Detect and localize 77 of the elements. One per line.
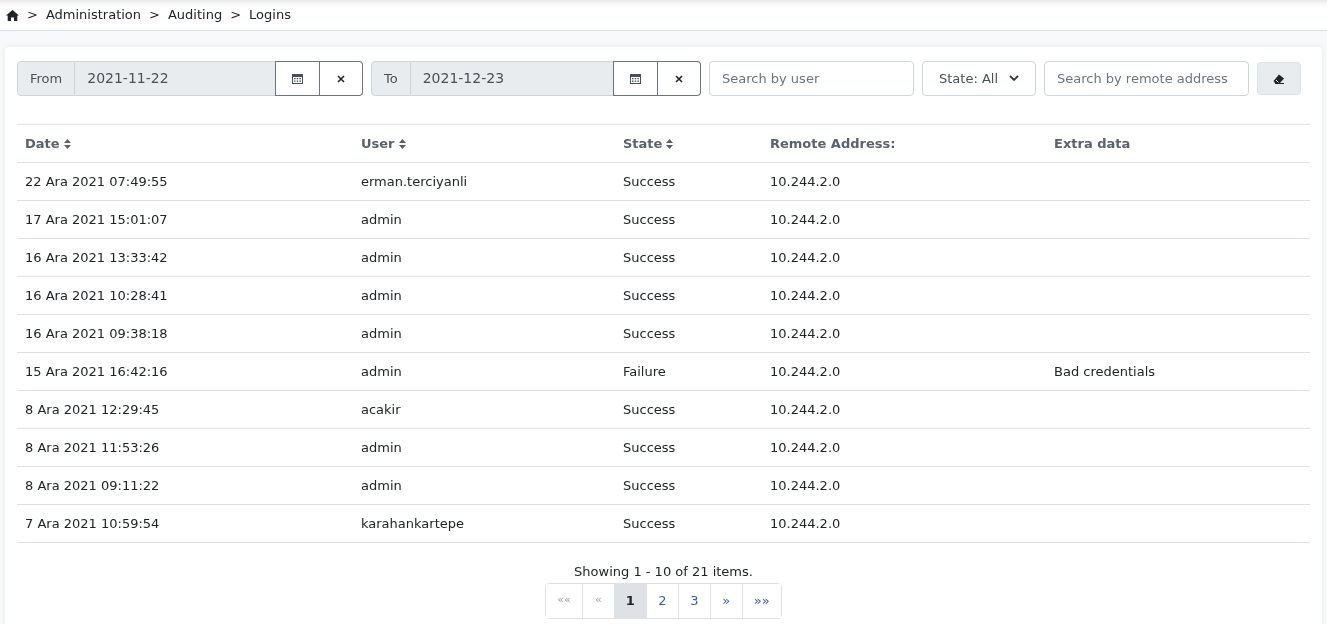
table-cell: 10.244.2.0	[770, 401, 841, 417]
calendar-icon	[630, 73, 641, 84]
table-cell: erman.terciyanli	[361, 173, 468, 189]
sort-icon	[666, 138, 674, 149]
table-cell: 10.244.2.0	[770, 363, 841, 379]
date-label: From	[17, 61, 76, 96]
table-cell: 16 Ara 2021 13:33:42	[25, 249, 168, 265]
table-cell: 17 Ara 2021 15:01:07	[25, 211, 168, 227]
table-cell: admin	[361, 287, 402, 303]
breadcrumb-link[interactable]: Administration	[45, 5, 142, 25]
table-cell: 10.244.2.0	[770, 249, 841, 265]
breadcrumb-separator: >	[27, 6, 38, 25]
table-cell: Bad credentials	[1054, 363, 1156, 379]
table-cell: 10.244.2.0	[770, 439, 841, 455]
table-cell: 7 Ara 2021 10:59:54	[25, 515, 160, 531]
calendar-button[interactable]	[275, 61, 320, 96]
table-cell: 10.244.2.0	[770, 173, 841, 189]
eraser-icon	[1273, 73, 1285, 84]
table-cell: Success	[623, 249, 676, 265]
search-field[interactable]: Search by user	[709, 61, 914, 96]
date-field[interactable]: 2021-12-23	[410, 61, 613, 96]
table-cell: 16 Ara 2021 09:38:18	[25, 325, 168, 341]
pagination-summary: Showing 1 - 10 of 21 items.	[574, 563, 753, 581]
table-cell: Failure	[623, 363, 666, 379]
home-icon[interactable]	[6, 9, 19, 21]
table-cell: 8 Ara 2021 11:53:26	[25, 439, 160, 455]
table-cell: admin	[361, 439, 402, 455]
page-button[interactable]: 1	[613, 583, 646, 618]
date-field[interactable]: 2021-11-22	[75, 61, 275, 96]
table-cell: Success	[623, 211, 676, 227]
table-cell: 10.244.2.0	[770, 325, 841, 341]
breadcrumb-separator: >	[230, 6, 242, 25]
close-icon	[337, 74, 345, 83]
table-cell: Success	[623, 477, 676, 493]
breadcrumb-separator: >	[149, 6, 160, 25]
sort-icon	[63, 138, 71, 149]
table-cell: Success	[623, 515, 676, 531]
table-cell: 8 Ara 2021 12:29:45	[25, 401, 160, 417]
table-cell: acakir	[361, 401, 401, 417]
calendar-icon	[292, 73, 303, 84]
table-cell: Success	[623, 287, 676, 303]
table-cell: 15 Ara 2021 16:42:16	[25, 363, 168, 379]
column-header: Extra data	[1054, 134, 1131, 153]
breadcrumb-link[interactable]: Auditing	[167, 5, 223, 25]
table-cell: 10.244.2.0	[770, 477, 841, 493]
column-header: Remote Address:	[770, 134, 896, 153]
column-header[interactable]: Date	[25, 133, 71, 154]
clear-button[interactable]	[320, 61, 363, 96]
table-cell: 16 Ara 2021 10:28:41	[25, 287, 168, 303]
table-cell: Success	[623, 401, 676, 417]
table-cell: 10.244.2.0	[770, 515, 841, 531]
column-header[interactable]: User	[361, 133, 406, 154]
table-cell: 10.244.2.0	[770, 211, 841, 227]
table-cell: admin	[361, 363, 402, 379]
sort-icon	[398, 138, 406, 149]
search-field[interactable]: Search by remote address	[1044, 61, 1249, 96]
table-cell: 22 Ara 2021 07:49:55	[25, 173, 168, 189]
page-button[interactable]: »»	[741, 583, 781, 618]
table-cell: 10.244.2.0	[770, 287, 841, 303]
chevron-down-icon	[1009, 75, 1019, 82]
calendar-button[interactable]	[613, 61, 658, 96]
table-cell: admin	[361, 249, 402, 265]
table-cell: 8 Ara 2021 09:11:22	[25, 477, 160, 493]
table-cell: admin	[361, 325, 402, 341]
state-select[interactable]: State: All	[922, 61, 1036, 96]
clear-button[interactable]	[658, 61, 701, 96]
table-cell: admin	[361, 211, 402, 227]
table-cell: Success	[623, 325, 676, 341]
close-icon	[675, 74, 683, 83]
date-label: To	[371, 61, 411, 96]
table-cell: Success	[623, 439, 676, 455]
breadcrumb-link[interactable]: Logins	[249, 5, 291, 25]
table-cell: admin	[361, 477, 402, 493]
column-header[interactable]: State	[623, 133, 674, 154]
table-cell: Success	[623, 173, 676, 189]
table-cell: karahankartepe	[361, 515, 464, 531]
eraser-button[interactable]	[1257, 62, 1301, 95]
